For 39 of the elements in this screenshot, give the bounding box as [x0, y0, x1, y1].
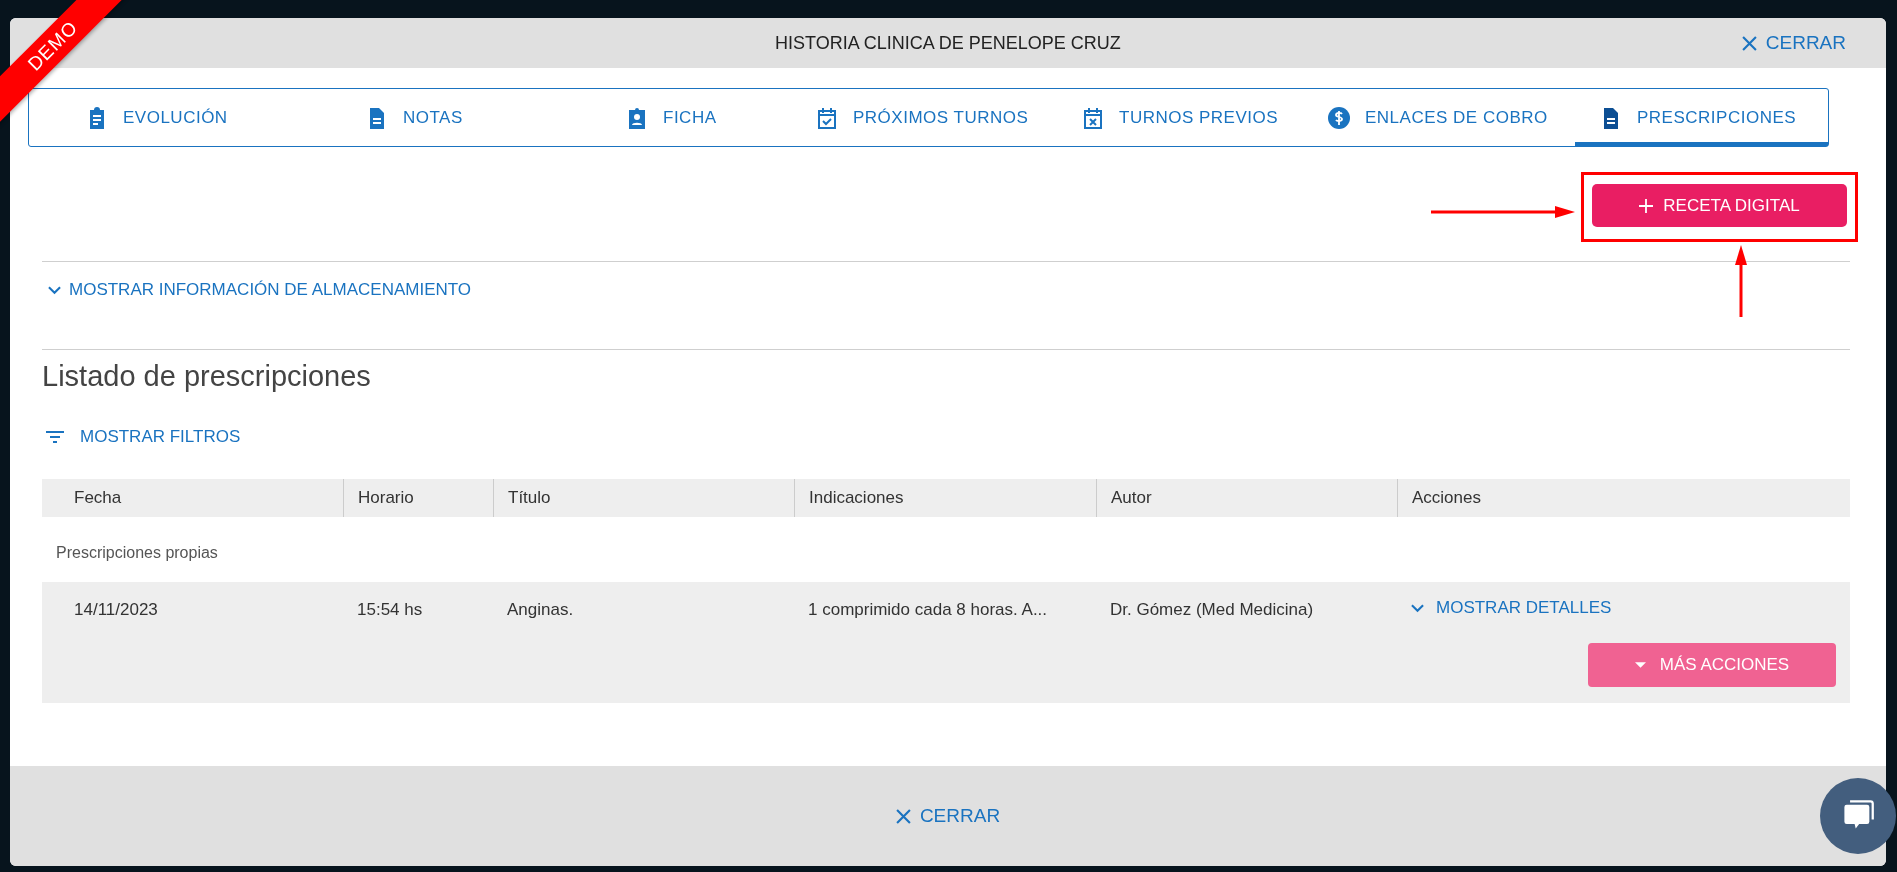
- column-header: Horario: [343, 479, 493, 517]
- column-header: Autor: [1096, 479, 1397, 517]
- table-cell: Dr. Gómez (Med Medicina): [1110, 600, 1314, 619]
- calendar-icon: [1081, 105, 1105, 130]
- storage-info-toggle[interactable]: MOSTRAR INFORMACIÓN DE ALMACENAMIENTO: [48, 280, 472, 300]
- table-cell: Anginas.: [507, 600, 574, 619]
- tab[interactable]: FICHA: [569, 89, 791, 146]
- annotation-arrow: [1734, 245, 1748, 317]
- calendar-icon: [815, 105, 839, 130]
- tab[interactable]: EVOLUCIÓN: [29, 89, 309, 146]
- close-button[interactable]: CERRAR: [895, 805, 1001, 827]
- window-title: HISTORIA CLINICA DE PENELOPE CRUZ: [775, 32, 1121, 54]
- show-details-toggle[interactable]: MOSTRAR DETALLES: [1411, 598, 1612, 618]
- caret-down-icon: [1634, 662, 1646, 668]
- tab[interactable]: NOTAS: [309, 89, 569, 146]
- table-cell: 14/11/2023: [74, 600, 158, 619]
- plus-icon: [1639, 198, 1654, 213]
- chevron-down-icon: [48, 285, 61, 295]
- tab[interactable]: PRESCRIPCIONES: [1575, 89, 1828, 146]
- group-label: Prescripciones propias: [55, 543, 219, 563]
- column-header: Acciones: [1397, 479, 1850, 517]
- close-button[interactable]: CERRAR: [1741, 32, 1846, 54]
- tab[interactable]: PRÓXIMOS TURNOS: [791, 89, 1057, 146]
- close-icon: [1741, 35, 1757, 51]
- new-prescription-button[interactable]: RECETA DIGITAL: [1592, 184, 1847, 227]
- close-icon: [895, 808, 911, 824]
- dollar-icon: [1327, 105, 1351, 130]
- column-header: Fecha: [73, 487, 123, 509]
- section-title: Listado de prescripciones: [42, 360, 372, 393]
- show-filters-toggle[interactable]: MOSTRAR FILTROS: [46, 427, 241, 447]
- column-header: Título: [493, 479, 794, 517]
- column-header: Indicaciones: [794, 479, 1096, 517]
- chevron-down-icon: [1411, 603, 1424, 613]
- more-actions-button[interactable]: MÁS ACCIONES: [1588, 643, 1836, 687]
- tab[interactable]: TURNOS PREVIOS: [1057, 89, 1303, 146]
- table-cell: 15:54 hs: [357, 600, 423, 619]
- table-cell: 1 comprimido cada 8 horas. A...: [808, 600, 1048, 619]
- tab[interactable]: ENLACES DE COBRO: [1303, 89, 1575, 146]
- filter-icon: [46, 431, 64, 443]
